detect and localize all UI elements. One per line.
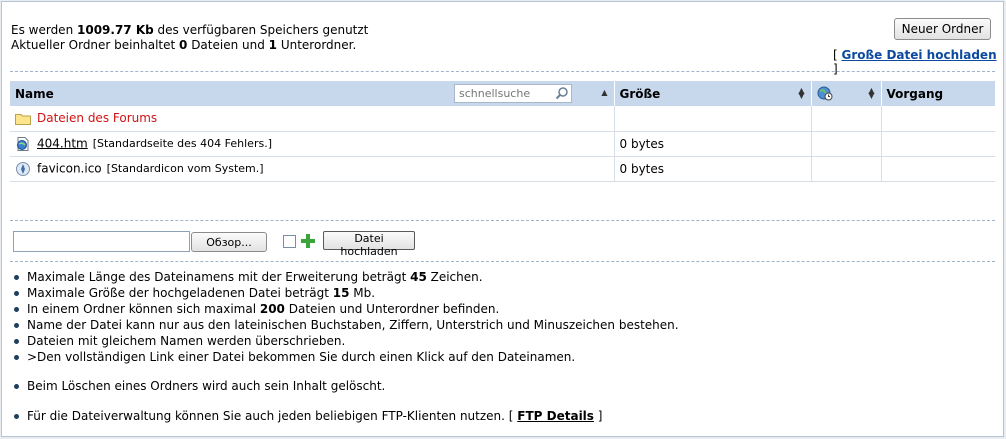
add-field-icon[interactable] [300, 233, 316, 249]
list-item: Maximale Größe der hochgeladenen Datei b… [13, 285, 679, 301]
action-cell [881, 106, 995, 132]
file-description: [Standardicon vom System.] [106, 162, 264, 175]
date-cell [811, 156, 882, 182]
sort-both-icon[interactable]: ▲ ▼ [798, 87, 804, 100]
browse-button[interactable]: Обзор... [191, 232, 267, 252]
name-cell: Dateien des Forums [10, 106, 615, 132]
ftp-details-link[interactable]: FTP Details [517, 409, 594, 423]
sort-asc-icon[interactable]: ▲ [601, 89, 607, 97]
size-cell [614, 106, 812, 132]
column-header-action: Vorgang [881, 81, 995, 106]
file-path-input[interactable] [13, 231, 190, 252]
divider [10, 220, 995, 221]
upload-file-button[interactable]: Datei hochladen [323, 231, 415, 258]
table-row: Dateien des Forums [10, 106, 995, 132]
action-cell [881, 131, 995, 157]
file-table: Name ▲ Größe ▲▼ [10, 81, 995, 182]
folder-count: 1 [268, 38, 278, 52]
size-cell: 0 bytes [614, 156, 812, 182]
clock-globe-icon [817, 86, 832, 101]
column-header-size[interactable]: Größe ▲ ▼ [614, 81, 812, 106]
upload-rules-list: Maximale Länge des Dateinamens mit der E… [13, 269, 679, 365]
html-file-icon [17, 136, 29, 151]
file-description: [Standardseite des 404 Fehlers.] [92, 137, 272, 150]
divider [10, 261, 995, 262]
folder-delete-note: Beim Löschen eines Ordners wird auch sei… [13, 378, 385, 394]
list-item: In einem Ordner können sich maximal 200 … [13, 301, 679, 317]
storage-used-value: 1009.77 Kb [77, 23, 154, 37]
sort-both-icon[interactable]: ▲ ▼ [868, 87, 874, 100]
list-item: >Den vollständigen Link einer Datei beko… [13, 349, 679, 365]
storage-info: Es werden 1009.77 Kb des verfügbaren Spe… [11, 23, 368, 53]
table-row: 404.htm [Standardseite des 404 Fehlers.] … [10, 131, 995, 157]
size-cell: 0 bytes [614, 131, 812, 157]
list-item: Dateien mit gleichem Namen werden übersc… [13, 333, 679, 349]
name-cell: favicon.ico [Standardicon vom System.] [10, 156, 615, 182]
big-file-upload-link[interactable]: Große Datei hochladen [842, 48, 997, 62]
table-row: favicon.ico [Standardicon vom System.] 0 … [10, 156, 995, 182]
name-cell: 404.htm [Standardseite des 404 Fehlers.] [10, 131, 615, 157]
multi-upload-checkbox[interactable] [283, 235, 296, 248]
new-folder-button[interactable]: Neuer Ordner [894, 18, 991, 40]
file-link[interactable]: favicon.ico [37, 161, 102, 175]
file-link[interactable]: 404.htm [37, 136, 88, 150]
ftp-note: Für die Dateiverwaltung können Sie auch … [13, 408, 602, 424]
file-manager-panel: Es werden 1009.77 Kb des verfügbaren Spe… [1, 1, 1004, 437]
list-item: Name der Datei kann nur aus den lateinis… [13, 317, 679, 333]
list-item: Maximale Länge des Dateinamens mit der E… [13, 269, 679, 285]
action-cell [881, 156, 995, 182]
column-header-name[interactable]: Name ▲ [10, 81, 615, 106]
search-icon[interactable] [555, 86, 569, 100]
folder-icon [15, 114, 31, 126]
folder-content-line: Aktueller Ordner beinhaltet 0 Dateien un… [11, 38, 357, 52]
icon-file-icon [16, 161, 30, 176]
column-header-date[interactable]: ▲ ▼ [811, 81, 882, 106]
folder-link[interactable]: Dateien des Forums [37, 111, 157, 125]
storage-usage-line: Es werden 1009.77 Kb des verfügbaren Spe… [11, 23, 369, 37]
date-cell [811, 131, 882, 157]
divider [10, 71, 995, 72]
date-cell [811, 106, 882, 132]
